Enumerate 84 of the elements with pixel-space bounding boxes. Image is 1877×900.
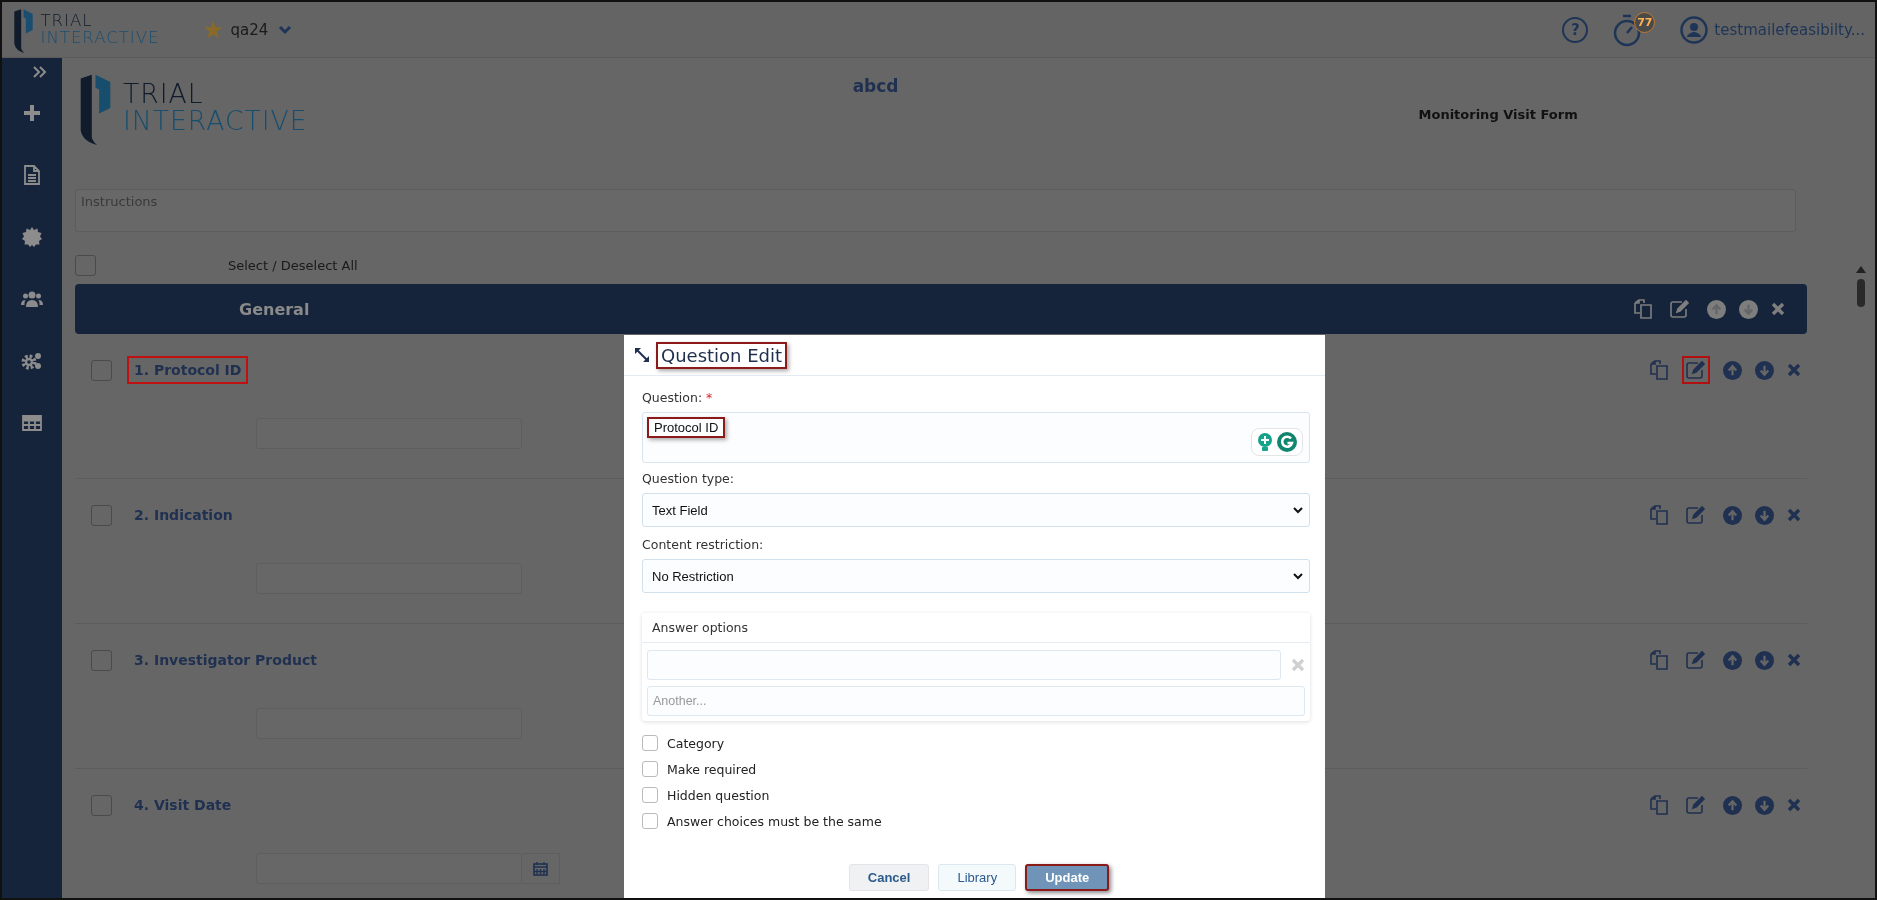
- question-label: 4. Visit Date: [133, 796, 233, 815]
- select-all-checkbox[interactable]: [75, 254, 96, 276]
- answer-option-input[interactable]: [647, 650, 1281, 680]
- calendar-icon: [533, 861, 548, 876]
- arrow-up-circle-icon[interactable]: [1723, 650, 1742, 670]
- question-label: 2. Indication: [133, 506, 234, 525]
- dialog-button[interactable]: Library: [938, 864, 1017, 891]
- circle-logo-icon[interactable]: [1277, 432, 1297, 452]
- chevron-down-icon[interactable]: [278, 24, 293, 35]
- user-name[interactable]: testmailefeasibilty...: [1714, 20, 1865, 39]
- option-checkbox[interactable]: [642, 787, 658, 803]
- question-checkbox[interactable]: [91, 649, 112, 671]
- arrow-down-circle-icon[interactable]: [1755, 650, 1774, 670]
- delete-icon[interactable]: [1771, 302, 1785, 316]
- delete-icon[interactable]: [1787, 363, 1801, 377]
- question-checkbox[interactable]: [91, 359, 112, 381]
- question-type-select[interactable]: Text Field: [642, 493, 1310, 527]
- remove-option-icon[interactable]: [1291, 658, 1305, 672]
- question-label: 1. Protocol ID: [127, 356, 249, 384]
- option-label: Hidden question: [667, 787, 770, 803]
- required-mark: *: [706, 390, 713, 405]
- answer-options-title: Answer options: [652, 620, 749, 635]
- arrow-down-circle-icon[interactable]: [1755, 505, 1774, 525]
- arrow-up-circle-icon[interactable]: [1723, 505, 1742, 525]
- calendar-button[interactable]: [522, 853, 560, 884]
- question-value: Protocol ID: [647, 417, 726, 438]
- notification-badge: 77: [1634, 11, 1656, 33]
- logo-text: TRIAL: [122, 81, 205, 108]
- restriction-label: Content restriction:: [642, 537, 764, 552]
- question-type-label: Question type:: [642, 471, 735, 486]
- resize-arrows-icon[interactable]: [634, 347, 650, 363]
- copy-icon[interactable]: [1633, 299, 1653, 319]
- option-checkbox[interactable]: [642, 761, 658, 777]
- chevron-down-icon: [1293, 572, 1303, 580]
- plus-icon[interactable]: [23, 104, 41, 122]
- option-label: Make required: [667, 761, 757, 777]
- option-label: Answer choices must be the same: [667, 813, 882, 829]
- users-icon[interactable]: [21, 290, 43, 308]
- arrow-up-circle-icon[interactable]: [1707, 299, 1726, 319]
- logo-text: TRIAL: [40, 12, 94, 30]
- question-label: 3. Investigator Product: [133, 651, 318, 670]
- section-title: General: [239, 299, 310, 319]
- star-icon[interactable]: [204, 21, 221, 38]
- arrow-down-circle-icon[interactable]: [1755, 795, 1774, 815]
- delete-icon[interactable]: [1787, 798, 1801, 812]
- restriction-select[interactable]: No Restriction: [642, 559, 1310, 593]
- question-checkbox[interactable]: [91, 504, 112, 526]
- copy-icon[interactable]: [1649, 360, 1669, 380]
- user-avatar-icon[interactable]: [1680, 15, 1709, 44]
- gears-icon[interactable]: [21, 351, 43, 371]
- arrow-up-circle-icon[interactable]: [1723, 795, 1742, 815]
- copy-icon[interactable]: [1649, 650, 1669, 670]
- logo-text: INTERACTIVE: [40, 29, 160, 47]
- scrollbar-thumb[interactable]: [1857, 279, 1865, 307]
- help-button[interactable]: ?: [1562, 16, 1589, 43]
- select-all-label: Select / Deselect All: [228, 257, 358, 273]
- expand-sidebar-icon[interactable]: [33, 66, 47, 78]
- table-icon[interactable]: [22, 415, 42, 431]
- project-name[interactable]: qa24: [230, 20, 269, 39]
- dialog-button[interactable]: Cancel: [848, 864, 930, 891]
- another-option-input[interactable]: Another...: [647, 686, 1305, 716]
- form-title: abcd: [852, 76, 899, 96]
- chevron-down-icon: [1293, 506, 1303, 514]
- dialog-title: Question Edit: [656, 341, 788, 369]
- arrow-down-circle-icon[interactable]: [1755, 360, 1774, 380]
- arrow-up-circle-icon[interactable]: [1723, 360, 1742, 380]
- arrow-down-circle-icon[interactable]: [1739, 299, 1758, 319]
- document-icon[interactable]: [24, 165, 40, 185]
- copy-icon[interactable]: [1649, 505, 1669, 525]
- option-checkbox[interactable]: [642, 813, 658, 829]
- lightbulb-icon[interactable]: [1257, 432, 1273, 452]
- option-label: Category: [667, 735, 725, 751]
- copy-icon[interactable]: [1649, 795, 1669, 815]
- dialog-button[interactable]: Update: [1025, 864, 1110, 891]
- option-checkbox[interactable]: [642, 735, 658, 751]
- delete-icon[interactable]: [1787, 653, 1801, 667]
- delete-icon[interactable]: [1787, 508, 1801, 522]
- question-textarea[interactable]: Protocol ID: [642, 412, 1310, 463]
- scroll-up-icon[interactable]: [1856, 266, 1866, 273]
- badge-icon[interactable]: [22, 227, 42, 247]
- question-field-label: Question:: [642, 390, 703, 405]
- question-checkbox[interactable]: [91, 794, 112, 816]
- form-subtitle: Monitoring Visit Form: [1418, 107, 1578, 122]
- logo-text: INTERACTIVE: [122, 108, 308, 135]
